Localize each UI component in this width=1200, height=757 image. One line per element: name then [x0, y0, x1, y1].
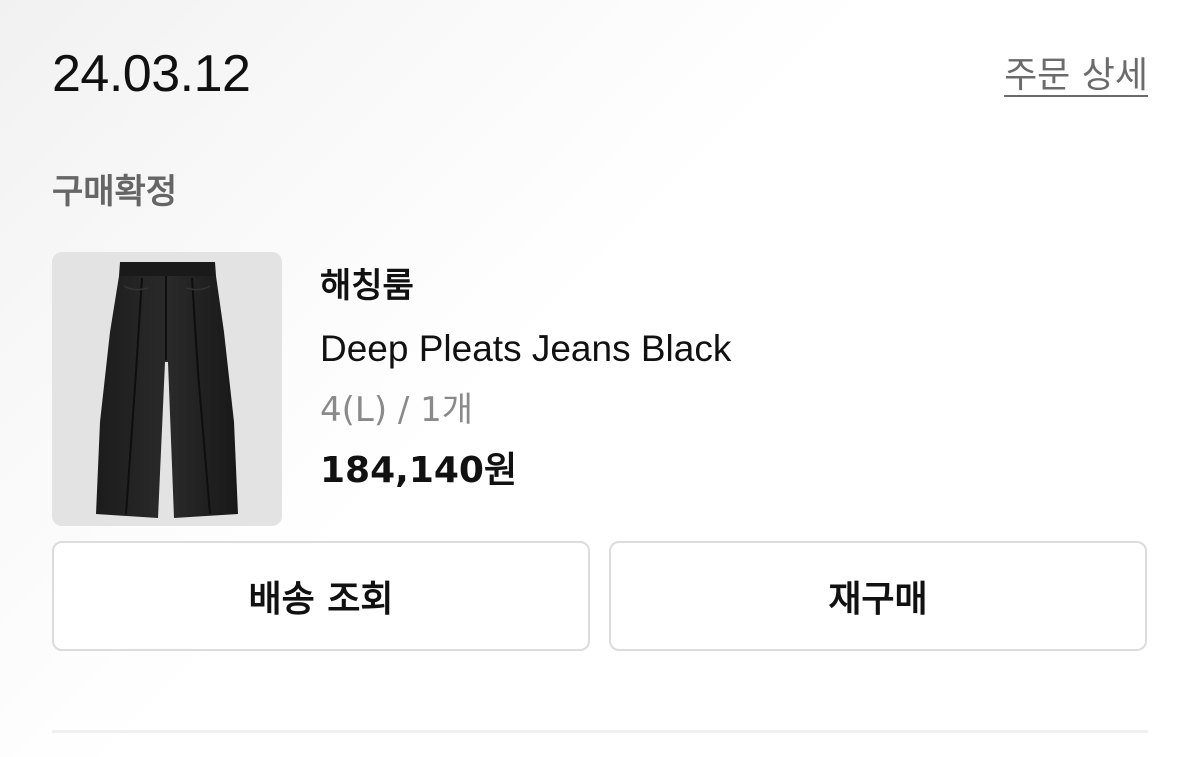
product-image[interactable] [52, 252, 282, 526]
product-price: 184,140원 [320, 450, 518, 492]
pants-image-icon [96, 262, 238, 518]
order-date: 24.03.12 [52, 45, 251, 103]
order-detail-link[interactable]: 주문 상세 [1004, 56, 1148, 96]
product-name[interactable]: Deep Pleats Jeans Black [320, 329, 731, 370]
order-card: 24.03.12 주문 상세 구매확정 해칭룸 Deep Pleats Jean… [0, 0, 1200, 757]
product-info: 해칭룸 Deep Pleats Jeans Black 4(L) / 1개 18… [320, 267, 731, 492]
order-status: 구매확정 [52, 172, 178, 212]
brand-name[interactable]: 해칭룸 [320, 267, 731, 305]
divider [52, 730, 1148, 733]
product-option: 4(L) / 1개 [320, 390, 474, 431]
reorder-button[interactable]: 재구매 [609, 541, 1147, 651]
delivery-tracking-button[interactable]: 배송 조회 [52, 541, 590, 651]
